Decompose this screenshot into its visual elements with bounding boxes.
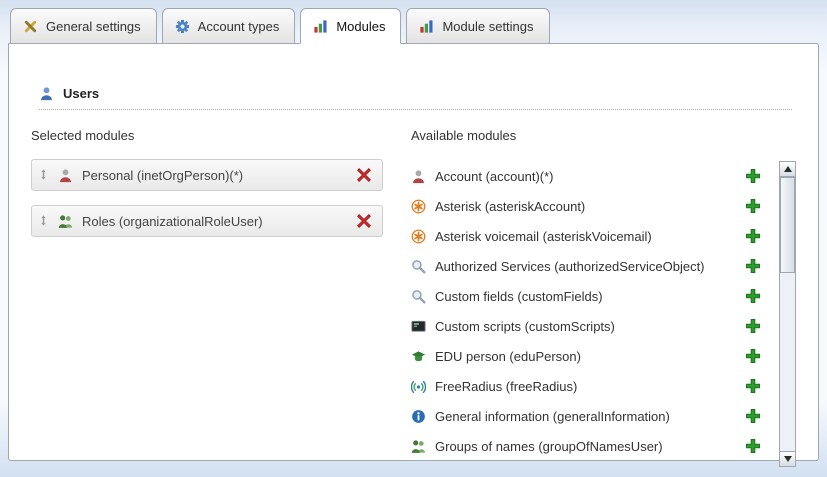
magnifier-icon bbox=[411, 259, 426, 274]
tab-general-settings[interactable]: General settings bbox=[10, 8, 157, 44]
add-module-button[interactable] bbox=[745, 408, 761, 424]
gear-icon bbox=[175, 19, 190, 34]
available-module-row: Account (account)(*) bbox=[411, 161, 779, 191]
available-modules-scrollbar[interactable] bbox=[779, 161, 796, 467]
selected-modules-list: Personal (inetOrgPerson)(*) Roles (organi… bbox=[31, 159, 383, 237]
available-module-label: Custom fields (customFields) bbox=[435, 289, 736, 304]
scrollbar-track[interactable] bbox=[780, 176, 795, 451]
available-module-label: General information (generalInformation) bbox=[435, 409, 736, 424]
tab-module-settings[interactable]: Module settings bbox=[406, 8, 549, 44]
available-modules-wrap: Account (account)(*) Asterisk (asteriskAc… bbox=[411, 159, 796, 467]
selected-modules-label: Selected modules bbox=[31, 128, 383, 143]
tab-account-types[interactable]: Account types bbox=[162, 8, 296, 44]
selected-module-label: Roles (organizationalRoleUser) bbox=[82, 214, 347, 229]
available-module-row: Groups of names (groupOfNamesUser) bbox=[411, 431, 779, 461]
lam-configuration-page: General settings Account types Modules Modu… bbox=[0, 0, 827, 477]
tab-label: Module settings bbox=[442, 19, 533, 34]
add-module-button[interactable] bbox=[745, 378, 761, 394]
add-module-button[interactable] bbox=[745, 288, 761, 304]
tab-label: Modules bbox=[336, 19, 385, 34]
drag-handle-icon[interactable] bbox=[38, 168, 49, 181]
add-module-button[interactable] bbox=[745, 348, 761, 364]
section-header: Users bbox=[39, 86, 792, 110]
available-module-label: Account (account)(*) bbox=[435, 169, 736, 184]
group-icon bbox=[411, 439, 426, 454]
available-module-label: FreeRadius (freeRadius) bbox=[435, 379, 736, 394]
remove-module-button[interactable] bbox=[356, 167, 372, 183]
modules-columns: Selected modules Personal (inetOrgPerson… bbox=[31, 110, 796, 467]
terminal-icon bbox=[411, 319, 426, 334]
available-module-label: Authorized Services (authorizedServiceOb… bbox=[435, 259, 736, 274]
available-module-row: General information (generalInformation) bbox=[411, 401, 779, 431]
asterisk-icon bbox=[411, 229, 426, 244]
available-module-label: Custom scripts (customScripts) bbox=[435, 319, 736, 334]
available-module-row: Asterisk voicemail (asteriskVoicemail) bbox=[411, 221, 779, 251]
graduation-icon bbox=[411, 349, 426, 364]
available-module-row: EDU person (eduPerson) bbox=[411, 341, 779, 371]
magnifier-icon bbox=[411, 289, 426, 304]
available-module-label: Groups of names (groupOfNamesUser) bbox=[435, 439, 736, 454]
chart-icon bbox=[313, 19, 328, 34]
selected-modules-column: Selected modules Personal (inetOrgPerson… bbox=[31, 110, 383, 467]
signal-icon bbox=[411, 379, 426, 394]
available-module-row: Custom fields (customFields) bbox=[411, 281, 779, 311]
available-modules-list: Account (account)(*) Asterisk (asteriskAc… bbox=[411, 161, 779, 461]
available-module-row: Custom scripts (customScripts) bbox=[411, 311, 779, 341]
modules-panel: Users Selected modules Personal (inetOrg… bbox=[8, 43, 819, 461]
remove-module-button[interactable] bbox=[356, 213, 372, 229]
section-title: Users bbox=[63, 86, 99, 101]
available-modules-column: Available modules Account (account)(*) As… bbox=[411, 110, 796, 467]
tab-label: General settings bbox=[46, 19, 141, 34]
scroll-down-button[interactable] bbox=[779, 451, 796, 467]
scrollbar-thumb[interactable] bbox=[780, 177, 795, 273]
available-module-row: Authorized Services (authorizedServiceOb… bbox=[411, 251, 779, 281]
available-modules-label: Available modules bbox=[411, 128, 796, 143]
chart-icon bbox=[419, 19, 434, 34]
add-module-button[interactable] bbox=[745, 258, 761, 274]
available-module-row: FreeRadius (freeRadius) bbox=[411, 371, 779, 401]
add-module-button[interactable] bbox=[745, 438, 761, 454]
available-module-label: Asterisk voicemail (asteriskVoicemail) bbox=[435, 229, 736, 244]
tools-icon bbox=[23, 19, 38, 34]
tab-label: Account types bbox=[198, 19, 280, 34]
available-module-row: Asterisk (asteriskAccount) bbox=[411, 191, 779, 221]
config-tab-bar: General settings Account types Modules Modu… bbox=[0, 0, 827, 43]
add-module-button[interactable] bbox=[745, 168, 761, 184]
selected-module-label: Personal (inetOrgPerson)(*) bbox=[82, 168, 347, 183]
asterisk-icon bbox=[411, 199, 426, 214]
drag-handle-icon[interactable] bbox=[38, 214, 49, 227]
info-icon bbox=[411, 409, 426, 424]
person-icon bbox=[411, 169, 426, 184]
person-icon bbox=[58, 168, 73, 183]
scroll-up-button[interactable] bbox=[779, 161, 796, 177]
add-module-button[interactable] bbox=[745, 198, 761, 214]
tab-modules[interactable]: Modules bbox=[300, 8, 401, 44]
available-module-label: Asterisk (asteriskAccount) bbox=[435, 199, 736, 214]
arrow-up-icon bbox=[784, 166, 792, 172]
arrow-down-icon bbox=[784, 456, 792, 462]
add-module-button[interactable] bbox=[745, 228, 761, 244]
add-module-button[interactable] bbox=[745, 318, 761, 334]
selected-module-row[interactable]: Roles (organizationalRoleUser) bbox=[31, 205, 383, 237]
available-module-label: EDU person (eduPerson) bbox=[435, 349, 736, 364]
users-icon bbox=[39, 86, 54, 101]
group-icon bbox=[58, 214, 73, 229]
selected-module-row[interactable]: Personal (inetOrgPerson)(*) bbox=[31, 159, 383, 191]
